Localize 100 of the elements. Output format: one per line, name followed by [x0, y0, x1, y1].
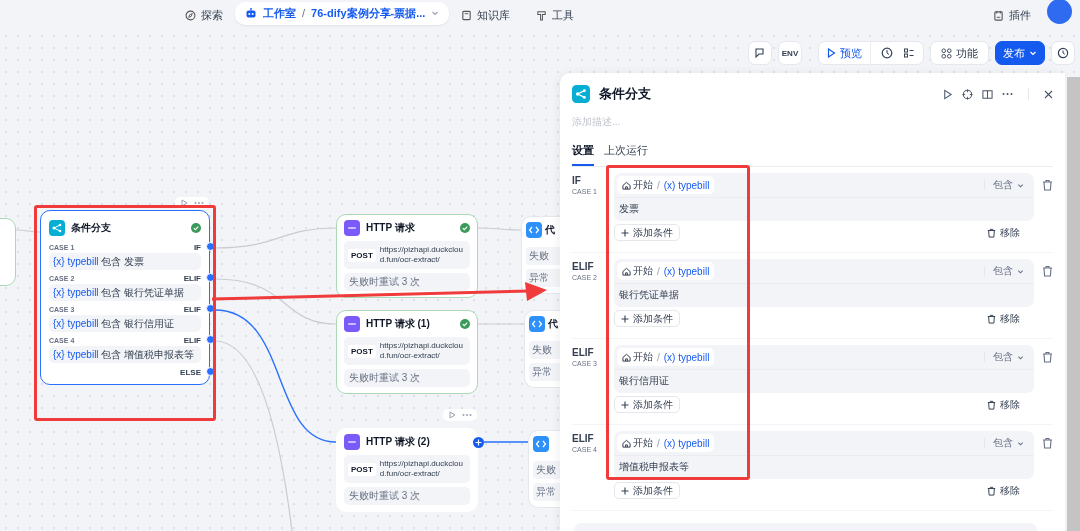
- add-node-handle[interactable]: [473, 437, 484, 448]
- condition-value[interactable]: 银行凭证单据: [614, 284, 1034, 306]
- plus-icon: [621, 486, 629, 495]
- caret-icon: [1017, 267, 1024, 275]
- retry-info: 失败时重试 3 次: [344, 369, 470, 387]
- crosshair-icon[interactable]: [962, 88, 973, 100]
- node-info: 失败: [529, 341, 560, 359]
- book-icon[interactable]: [982, 88, 993, 100]
- delete-icon[interactable]: [1042, 179, 1053, 191]
- branch-handle[interactable]: [206, 367, 215, 376]
- condition-value[interactable]: 银行信用证: [614, 370, 1034, 392]
- code-icon: [526, 222, 542, 238]
- node-info: 异常: [526, 269, 560, 287]
- studio-label[interactable]: 工作室: [263, 5, 296, 21]
- condition-summary: {x} typebill 包含 银行信用证: [49, 315, 201, 332]
- node-title: HTTP 请求 (2): [366, 435, 431, 449]
- variable-selector[interactable]: 开始 / (x) typebill: [617, 262, 715, 280]
- method-badge: POST: [348, 248, 376, 262]
- scrollbar[interactable]: [1067, 77, 1080, 531]
- home-icon: [622, 180, 631, 190]
- features-button[interactable]: 功能: [930, 41, 989, 65]
- variable-selector[interactable]: 开始 / (x) typebill: [617, 434, 715, 452]
- publish-button[interactable]: 发布: [995, 41, 1045, 65]
- remove-button[interactable]: 移除: [987, 310, 1020, 327]
- avatar[interactable]: [1047, 0, 1072, 24]
- delete-icon[interactable]: [1042, 437, 1053, 449]
- branch-label: IF: [572, 175, 582, 186]
- node-title: 条件分支: [71, 221, 112, 235]
- delete-icon[interactable]: [1042, 265, 1053, 277]
- condition-summary: {x} typebill 包含 发票: [49, 253, 201, 270]
- url-text: https://pizhapi.duckcloud.fun/ocr-extract/: [379, 341, 464, 361]
- operator-dropdown[interactable]: 包含: [993, 264, 1024, 278]
- panel-title: 条件分支: [599, 85, 651, 103]
- home-icon: [622, 266, 631, 276]
- check-icon: [460, 319, 470, 329]
- code-node[interactable]: 代 失败 异常: [521, 216, 560, 294]
- more-icon[interactable]: [1002, 92, 1013, 96]
- code-node[interactable]: 代 失败 异常: [524, 310, 560, 388]
- play-icon[interactable]: [180, 199, 188, 207]
- add-condition-button[interactable]: 添加条件: [614, 224, 680, 241]
- explore-link[interactable]: 探索: [185, 7, 223, 23]
- studio-tab[interactable]: 工作室 / 76-dify案例分享-票据...: [235, 1, 450, 25]
- http-icon: [344, 434, 360, 450]
- url-text: https://pizhapi.duckcloud.fun/ocr-extract/: [379, 245, 464, 265]
- tools-link[interactable]: 工具: [536, 7, 575, 23]
- variable-selector[interactable]: 开始 / (x) typebill: [617, 176, 715, 194]
- plus-icon: [621, 314, 629, 323]
- branch-label: ELIF: [572, 261, 595, 272]
- variable-selector[interactable]: 开始 / (x) typebill: [617, 348, 715, 366]
- branch-handle[interactable]: [206, 242, 215, 251]
- operator-dropdown[interactable]: 包含: [993, 436, 1024, 450]
- caret-icon: [1017, 353, 1024, 361]
- node-title: HTTP 请求: [366, 221, 416, 235]
- history-icon[interactable]: [881, 47, 893, 59]
- delete-icon[interactable]: [1042, 351, 1053, 363]
- branch-handle[interactable]: [206, 273, 215, 282]
- play-icon[interactable]: [942, 88, 953, 100]
- branch-label: ELIF: [572, 433, 595, 444]
- caret-icon: [1017, 181, 1024, 189]
- node-info: 失败: [526, 247, 560, 265]
- branch-label: ELIF: [183, 273, 201, 283]
- http-icon: [344, 316, 360, 332]
- check-icon: [191, 223, 201, 233]
- play-icon: [827, 48, 836, 58]
- code-node[interactable]: 失败 异常: [528, 430, 560, 508]
- compass-icon: [185, 9, 196, 21]
- breadcrumb-separator: /: [302, 7, 306, 19]
- branch-label: ELIF: [572, 347, 595, 358]
- node-info: 失败: [533, 461, 560, 479]
- node-title: 代: [548, 317, 559, 331]
- retry-info: 失败时重试 3 次: [344, 487, 470, 505]
- remove-button[interactable]: 移除: [987, 482, 1020, 499]
- condition-value[interactable]: 增值税申报表等: [614, 456, 1034, 478]
- code-icon: [533, 436, 549, 452]
- method-badge: POST: [348, 344, 376, 358]
- close-icon[interactable]: [1044, 89, 1053, 99]
- env-button[interactable]: ENV: [778, 41, 802, 65]
- operator-dropdown[interactable]: 包含: [993, 350, 1024, 364]
- branch-handle[interactable]: [206, 335, 215, 344]
- retry-info: 失败时重试 3 次: [344, 273, 470, 291]
- caret-icon: [1017, 439, 1024, 447]
- history-button[interactable]: [1051, 41, 1075, 65]
- branch-handle[interactable]: [206, 304, 215, 313]
- tab[interactable]: 设置: [572, 143, 594, 166]
- plugins-link[interactable]: 插件: [993, 7, 1031, 23]
- app-name[interactable]: 76-dify案例分享-票据...: [311, 5, 426, 21]
- knowledge-link[interactable]: 知识库: [461, 7, 511, 23]
- remove-button[interactable]: 移除: [987, 396, 1020, 413]
- operator-dropdown[interactable]: 包含: [993, 178, 1024, 192]
- connector-line: [483, 441, 529, 443]
- add-condition-button[interactable]: 添加条件: [614, 482, 680, 499]
- delete-icon: [987, 485, 996, 496]
- add-condition-button[interactable]: 添加条件: [614, 310, 680, 327]
- list-icon[interactable]: [903, 47, 915, 59]
- add-condition-button[interactable]: 添加条件: [614, 396, 680, 413]
- caret-icon: [1029, 49, 1037, 57]
- tab[interactable]: 上次运行: [604, 143, 648, 166]
- remove-button[interactable]: 移除: [987, 224, 1020, 241]
- condition-value[interactable]: 发票: [614, 198, 1034, 220]
- node-info: 异常: [529, 363, 560, 381]
